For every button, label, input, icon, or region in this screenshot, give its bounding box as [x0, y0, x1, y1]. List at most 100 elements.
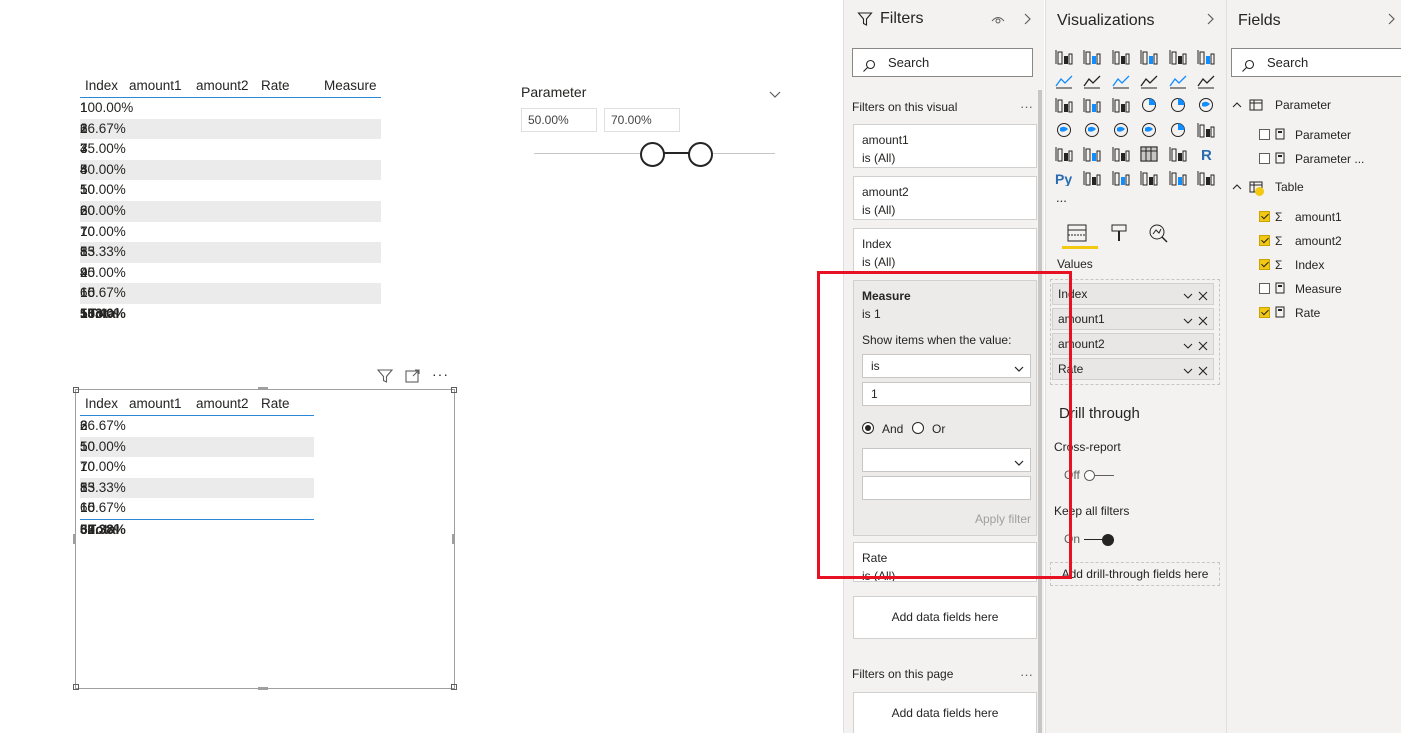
smart-narrative-icon[interactable] [1169, 170, 1187, 186]
filter-card-rate[interactable]: Rate is (All) [853, 542, 1037, 582]
chevron-down-icon[interactable] [768, 86, 782, 98]
resize-handle[interactable] [258, 687, 268, 690]
table-row[interactable]: 3 3 4 75.00% [80, 139, 381, 160]
stacked-bar-icon[interactable] [1055, 49, 1073, 65]
or-radio[interactable] [912, 422, 924, 434]
resize-handle[interactable] [452, 534, 455, 544]
table-row[interactable]: 7 7 10 70.00% 1 [80, 222, 381, 243]
map-icon[interactable] [1055, 122, 1073, 138]
slicer-min-input[interactable]: 50.00% [521, 108, 597, 132]
column-header-rate[interactable]: Rate [261, 392, 290, 416]
slicer-max-handle[interactable] [688, 142, 713, 167]
fields-tab-icon[interactable] [1066, 222, 1088, 244]
add-data-fields-dropzone[interactable]: Add data fields here [853, 596, 1037, 639]
donut-icon[interactable] [1169, 97, 1187, 113]
parameter-slicer[interactable]: Parameter 50.00% 70.00% [521, 82, 786, 172]
column-header-amount1[interactable]: amount1 [129, 74, 182, 98]
clustered-column-icon[interactable] [1140, 49, 1158, 65]
column-header-amount2[interactable]: amount2 [196, 74, 249, 98]
more-options-icon[interactable]: ··· [432, 367, 450, 384]
filter-card-index[interactable]: Index is (All) [853, 228, 1037, 272]
remove-icon[interactable] [1197, 338, 1209, 351]
visual-header-filter-icon[interactable] [376, 368, 394, 384]
analytics-icon[interactable] [1147, 222, 1169, 244]
filter-card-amount2[interactable]: amount2 is (All) [853, 176, 1037, 220]
value-well-item[interactable]: amount2 [1052, 333, 1214, 355]
area-chart-icon[interactable] [1083, 73, 1101, 89]
remove-icon[interactable] [1197, 313, 1209, 326]
value-well-item[interactable]: Rate [1052, 358, 1214, 380]
slicer-min-handle[interactable] [640, 142, 665, 167]
chevron-up-icon[interactable] [1231, 181, 1243, 193]
filter-value-input[interactable]: 1 [862, 382, 1031, 406]
add-page-fields-dropzone[interactable]: Add data fields here [853, 692, 1037, 733]
table-row[interactable]: 8 8 15 53.33% [80, 477, 314, 499]
table-visual-2[interactable]: Index amount1 amount2 Rate 2 2 3 66.67% 5 5 10… [80, 392, 314, 540]
ribbon-chart-icon[interactable] [1197, 73, 1215, 89]
100-column-icon[interactable] [1197, 49, 1215, 65]
slicer-icon[interactable] [1112, 146, 1130, 162]
operator-dropdown[interactable]: is [862, 354, 1031, 378]
chevron-right-icon[interactable] [1386, 12, 1396, 26]
remove-icon[interactable] [1197, 363, 1209, 376]
resize-handle[interactable] [451, 684, 457, 690]
remove-icon[interactable] [1197, 288, 1209, 301]
table-row[interactable]: 6 6 20 30.00% [80, 200, 381, 222]
apply-filter-button[interactable]: Apply filter [975, 510, 1031, 528]
column-header-amount1[interactable]: amount1 [129, 392, 182, 416]
filled-map-icon[interactable] [1083, 122, 1101, 138]
chevron-down-icon[interactable] [1182, 313, 1194, 325]
filter-card-measure[interactable]: Measure is 1 Show items when the value: … [853, 280, 1037, 536]
line-clustered-icon[interactable] [1169, 73, 1187, 89]
chevron-right-icon[interactable] [1022, 12, 1032, 26]
line-column-icon[interactable] [1140, 73, 1158, 89]
chevron-down-icon[interactable] [1182, 288, 1194, 300]
table-row[interactable]: 10 10 15 66.67% [80, 498, 314, 519]
resize-handle[interactable] [73, 534, 76, 544]
more-visuals-icon[interactable]: ... [1056, 190, 1067, 205]
table-row[interactable]: 10 10 15 66.67% 1 [80, 283, 381, 304]
value-well-item[interactable]: Index [1052, 283, 1214, 305]
second-operator-dropdown[interactable] [862, 448, 1031, 472]
and-radio[interactable] [862, 422, 874, 434]
column-header-amount2[interactable]: amount2 [196, 392, 249, 416]
resize-handle[interactable] [73, 387, 79, 393]
format-paint-icon[interactable] [1108, 222, 1130, 244]
matrix-icon[interactable] [1169, 146, 1187, 162]
funnel-icon[interactable] [1083, 97, 1101, 113]
table-row[interactable]: 5 5 10 50.00% 1 [80, 180, 381, 201]
more-options-icon[interactable]: ··· [1020, 99, 1033, 114]
python-visual-icon[interactable]: Py [1055, 170, 1073, 187]
focus-mode-icon[interactable] [404, 368, 422, 384]
table-row[interactable]: 7 7 10 70.00% [80, 457, 314, 478]
shape-map-icon[interactable] [1112, 122, 1130, 138]
chevron-down-icon[interactable] [1182, 338, 1194, 350]
slicer-max-input[interactable]: 70.00% [604, 108, 680, 132]
filters-scrollbar[interactable] [1038, 90, 1042, 733]
resize-handle[interactable] [451, 387, 457, 393]
filters-search-input[interactable]: Search [852, 48, 1033, 77]
kpi-icon[interactable] [1083, 146, 1101, 162]
chevron-right-icon[interactable] [1205, 12, 1215, 26]
waterfall-icon[interactable] [1055, 97, 1073, 113]
paginated-icon[interactable] [1197, 170, 1215, 186]
table-icon[interactable] [1140, 145, 1159, 162]
fields-search-input[interactable]: Search [1231, 48, 1401, 77]
table-visual-1[interactable]: Index amount1 amount2 Rate Measure 1 1 1 10… [80, 74, 381, 325]
column-header-rate[interactable]: Rate [261, 74, 290, 98]
eye-icon[interactable] [991, 13, 1005, 25]
field-checkbox[interactable] [1259, 235, 1270, 246]
chevron-down-icon[interactable] [1182, 363, 1194, 375]
resize-handle[interactable] [73, 684, 79, 690]
multi-row-card-icon[interactable] [1055, 146, 1073, 162]
filter-card-amount1[interactable]: amount1 is (All) [853, 124, 1037, 168]
field-checkbox[interactable] [1259, 259, 1270, 270]
table-row[interactable]: 2 2 3 66.67% 1 [80, 118, 381, 140]
table-row[interactable]: 8 8 15 53.33% 1 [80, 242, 381, 263]
qa-icon[interactable] [1140, 170, 1158, 186]
field-checkbox[interactable] [1259, 153, 1270, 164]
key-influencers-icon[interactable] [1083, 170, 1101, 186]
field-checkbox[interactable] [1259, 307, 1270, 318]
table-row[interactable]: 2 2 3 66.67% [80, 416, 314, 437]
table-row[interactable]: 5 5 10 50.00% [80, 436, 314, 458]
